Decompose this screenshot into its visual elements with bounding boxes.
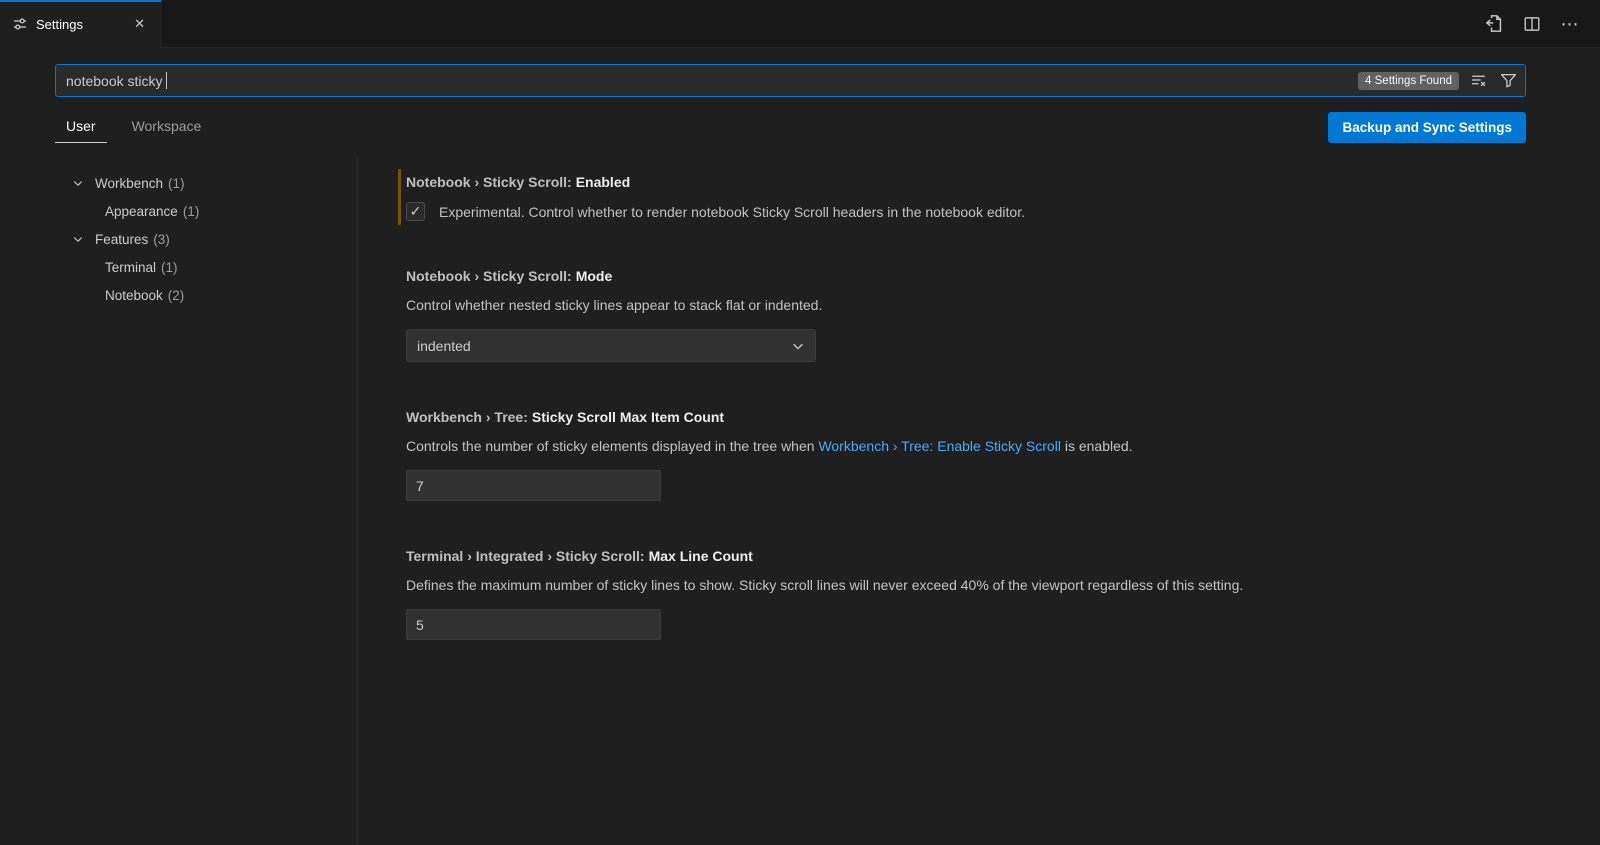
toc-count: (1) <box>161 260 178 275</box>
setting-description: Experimental. Control whether to render … <box>439 203 1025 221</box>
toc-count: (1) <box>183 204 200 219</box>
setting-category: Notebook › Sticky Scroll: <box>406 268 572 284</box>
settings-sliders-icon <box>12 16 28 32</box>
setting-label: Mode <box>576 268 613 284</box>
max-item-count-input[interactable] <box>406 470 661 501</box>
toc-item-notebook[interactable]: Notebook (2) <box>0 281 357 309</box>
setting-category: Notebook › Sticky Scroll: <box>406 174 572 190</box>
open-settings-json-icon[interactable] <box>1480 10 1508 38</box>
chevron-down-icon <box>791 339 805 353</box>
toc-label: Notebook <box>105 288 163 303</box>
toc-count: (3) <box>153 232 170 247</box>
description-text: is enabled. <box>1061 438 1133 454</box>
toc-count: (2) <box>168 288 185 303</box>
text-caret <box>166 72 168 89</box>
scope-tabs: User Workspace <box>53 111 214 143</box>
tab-user[interactable]: User <box>53 111 109 143</box>
scope-row: User Workspace Backup and Sync Settings <box>55 111 1526 143</box>
setting-label: Sticky Scroll Max Item Count <box>532 409 724 425</box>
more-actions-icon[interactable]: ⋯ <box>1556 10 1584 38</box>
tab-workspace[interactable]: Workspace <box>119 111 215 143</box>
setting-title: Workbench › Tree:Sticky Scroll Max Item … <box>406 408 1600 426</box>
toc-label: Workbench <box>95 176 163 191</box>
search-controls: 4 Settings Found <box>1358 70 1519 92</box>
description-text: Controls the number of sticky elements d… <box>406 438 818 454</box>
clear-search-results-icon[interactable] <box>1467 70 1489 92</box>
settings-body: Workbench (1) Appearance (1) Features (3… <box>0 157 1600 845</box>
search-query-text: notebook sticky <box>66 73 163 89</box>
max-line-count-input[interactable] <box>406 609 661 640</box>
editor-actions: ⋯ <box>1480 0 1600 47</box>
toc-item-workbench[interactable]: Workbench (1) <box>0 169 357 197</box>
settings-list: Notebook › Sticky Scroll:Enabled ✓ Exper… <box>358 157 1600 845</box>
results-count-badge: 4 Settings Found <box>1358 72 1459 90</box>
checkbox-checked[interactable]: ✓ <box>406 202 425 221</box>
settings-toc: Workbench (1) Appearance (1) Features (3… <box>0 157 358 845</box>
setting-link[interactable]: Workbench › Tree: Enable Sticky Scroll <box>818 438 1061 454</box>
setting-tree-sticky-scroll-max-item-count: Workbench › Tree:Sticky Scroll Max Item … <box>406 408 1600 501</box>
setting-category: Workbench › Tree: <box>406 409 528 425</box>
setting-terminal-sticky-scroll-max-line-count: Terminal › Integrated › Sticky Scroll:Ma… <box>406 547 1600 640</box>
setting-label: Max Line Count <box>649 548 753 564</box>
editor-tab-strip: Settings ✕ <box>0 0 1600 48</box>
tab-settings[interactable]: Settings ✕ <box>0 0 162 48</box>
setting-title: Terminal › Integrated › Sticky Scroll:Ma… <box>406 547 1600 565</box>
settings-search-input[interactable]: notebook sticky 4 Settings Found <box>55 64 1526 97</box>
setting-title: Notebook › Sticky Scroll:Enabled <box>406 173 1600 191</box>
filter-icon[interactable] <box>1497 70 1519 92</box>
checkbox-line: ✓ Experimental. Control whether to rende… <box>406 202 1600 221</box>
backup-sync-settings-button[interactable]: Backup and Sync Settings <box>1328 112 1526 143</box>
chevron-down-icon[interactable] <box>70 175 86 191</box>
setting-description: Defines the maximum number of sticky lin… <box>406 576 1600 594</box>
close-tab-icon[interactable]: ✕ <box>130 14 149 34</box>
select-value: indented <box>417 338 471 354</box>
settings-header: notebook sticky 4 Settings Found <box>0 48 1600 143</box>
chevron-down-icon[interactable] <box>70 231 86 247</box>
toc-item-terminal[interactable]: Terminal (1) <box>0 253 357 281</box>
setting-description: Controls the number of sticky elements d… <box>406 437 1600 455</box>
toc-label: Features <box>95 232 148 247</box>
toc-item-appearance[interactable]: Appearance (1) <box>0 197 357 225</box>
setting-description: Control whether nested sticky lines appe… <box>406 296 1600 314</box>
setting-notebook-sticky-scroll-enabled: Notebook › Sticky Scroll:Enabled ✓ Exper… <box>406 173 1600 221</box>
setting-title: Notebook › Sticky Scroll:Mode <box>406 267 1600 285</box>
settings-editor-window: Settings ✕ <box>0 0 1600 845</box>
toc-item-features[interactable]: Features (3) <box>0 225 357 253</box>
mode-select-dropdown[interactable]: indented <box>406 329 816 362</box>
toc-label: Terminal <box>105 260 156 275</box>
setting-notebook-sticky-scroll-mode: Notebook › Sticky Scroll:Mode Control wh… <box>406 267 1600 362</box>
toc-label: Appearance <box>105 204 178 219</box>
setting-category: Terminal › Integrated › Sticky Scroll: <box>406 548 645 564</box>
split-editor-icon[interactable] <box>1518 10 1546 38</box>
toc-count: (1) <box>168 176 185 191</box>
tab-title: Settings <box>36 17 122 32</box>
setting-label: Enabled <box>576 174 630 190</box>
